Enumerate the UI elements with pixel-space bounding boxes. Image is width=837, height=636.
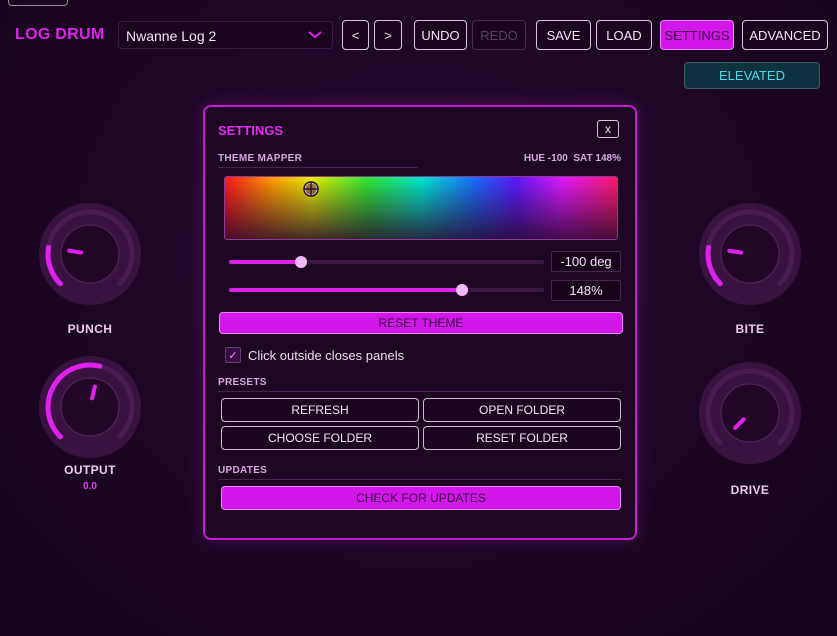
preset-select[interactable]: Nwanne Log 2 [118, 21, 333, 49]
presets-label: PRESETS [218, 377, 267, 388]
hue-slider-thumb[interactable] [295, 256, 308, 268]
hue-slider[interactable] [229, 256, 544, 268]
sat-slider-fill [229, 288, 463, 292]
theme-mapper-label: THEME MAPPER [218, 153, 303, 164]
knob-body [720, 224, 780, 284]
open-folder-button[interactable]: OPEN FOLDER [423, 398, 621, 422]
divider [218, 391, 622, 392]
bite-label: BITE [735, 322, 765, 336]
bite-knob-group: BITE [698, 202, 802, 336]
advanced-button[interactable]: ADVANCED [742, 20, 828, 50]
redo-button[interactable]: REDO [472, 20, 526, 50]
click-outside-option[interactable]: ✓ Click outside closes panels [225, 347, 404, 363]
settings-panel: SETTINGS x THEME MAPPER HUE -100 SAT 148… [203, 105, 637, 540]
divider [218, 167, 418, 168]
knob-pointer [90, 384, 97, 401]
output-label: OUTPUT [64, 463, 116, 477]
knob-body [720, 383, 780, 443]
sat-value-field[interactable]: 148% [551, 280, 621, 301]
punch-label: PUNCH [67, 322, 113, 336]
chevron-down-icon [308, 31, 322, 39]
hue-sat-readout: HUE -100 SAT 148% [524, 153, 621, 164]
prev-preset-button[interactable]: < [342, 20, 369, 50]
drive-knob-group: DRIVE [698, 361, 802, 497]
punch-knob-group: PUNCH [38, 202, 142, 336]
output-value: 0.0 [83, 481, 97, 492]
reset-folder-button[interactable]: RESET FOLDER [423, 426, 621, 450]
preset-name: Nwanne Log 2 [126, 28, 217, 44]
hue-value-field[interactable]: -100 deg [551, 251, 621, 272]
panel-title: SETTINGS [218, 123, 284, 138]
settings-button[interactable]: SETTINGS [660, 20, 734, 50]
updates-label: UPDATES [218, 465, 268, 476]
load-button[interactable]: LOAD [596, 20, 652, 50]
click-outside-label: Click outside closes panels [248, 347, 405, 363]
drive-label: DRIVE [730, 483, 770, 497]
hue-readout: HUE -100 [523, 153, 568, 164]
drive-knob[interactable] [698, 361, 802, 465]
next-preset-button[interactable]: > [374, 20, 402, 50]
knob-body [60, 377, 120, 437]
sat-slider[interactable] [229, 284, 544, 296]
close-button[interactable]: x [597, 120, 619, 138]
divider [218, 479, 622, 480]
sat-readout: SAT 148% [573, 153, 621, 164]
click-outside-checkbox[interactable]: ✓ [225, 347, 241, 363]
knob-pointer [67, 248, 84, 255]
mode-badge[interactable]: ELEVATED [684, 62, 820, 89]
punch-knob[interactable] [38, 202, 142, 306]
top-toolbar: LOG DRUM Nwanne Log 2 < > UNDO REDO SAVE… [0, 20, 837, 52]
undo-button[interactable]: UNDO [414, 20, 467, 50]
knob-pointer [727, 248, 744, 255]
bite-knob[interactable] [698, 202, 802, 306]
window-titlebar [0, 0, 837, 6]
output-knob-group: OUTPUT 0.0 [38, 355, 142, 492]
brand-logo: LOG DRUM [15, 26, 105, 43]
hue-slider-fill [229, 260, 302, 264]
theme-color-field[interactable] [224, 176, 618, 240]
save-button[interactable]: SAVE [536, 20, 591, 50]
crosshair-icon[interactable] [303, 181, 319, 197]
knob-body [60, 224, 120, 284]
window-menu-button[interactable] [8, 0, 68, 6]
refresh-button[interactable]: REFRESH [221, 398, 419, 422]
choose-folder-button[interactable]: CHOOSE FOLDER [221, 426, 419, 450]
sat-slider-thumb[interactable] [456, 284, 469, 296]
check-updates-button[interactable]: CHECK FOR UPDATES [221, 486, 621, 510]
reset-theme-button[interactable]: RESET THEME [219, 312, 623, 334]
output-knob[interactable] [38, 355, 142, 459]
